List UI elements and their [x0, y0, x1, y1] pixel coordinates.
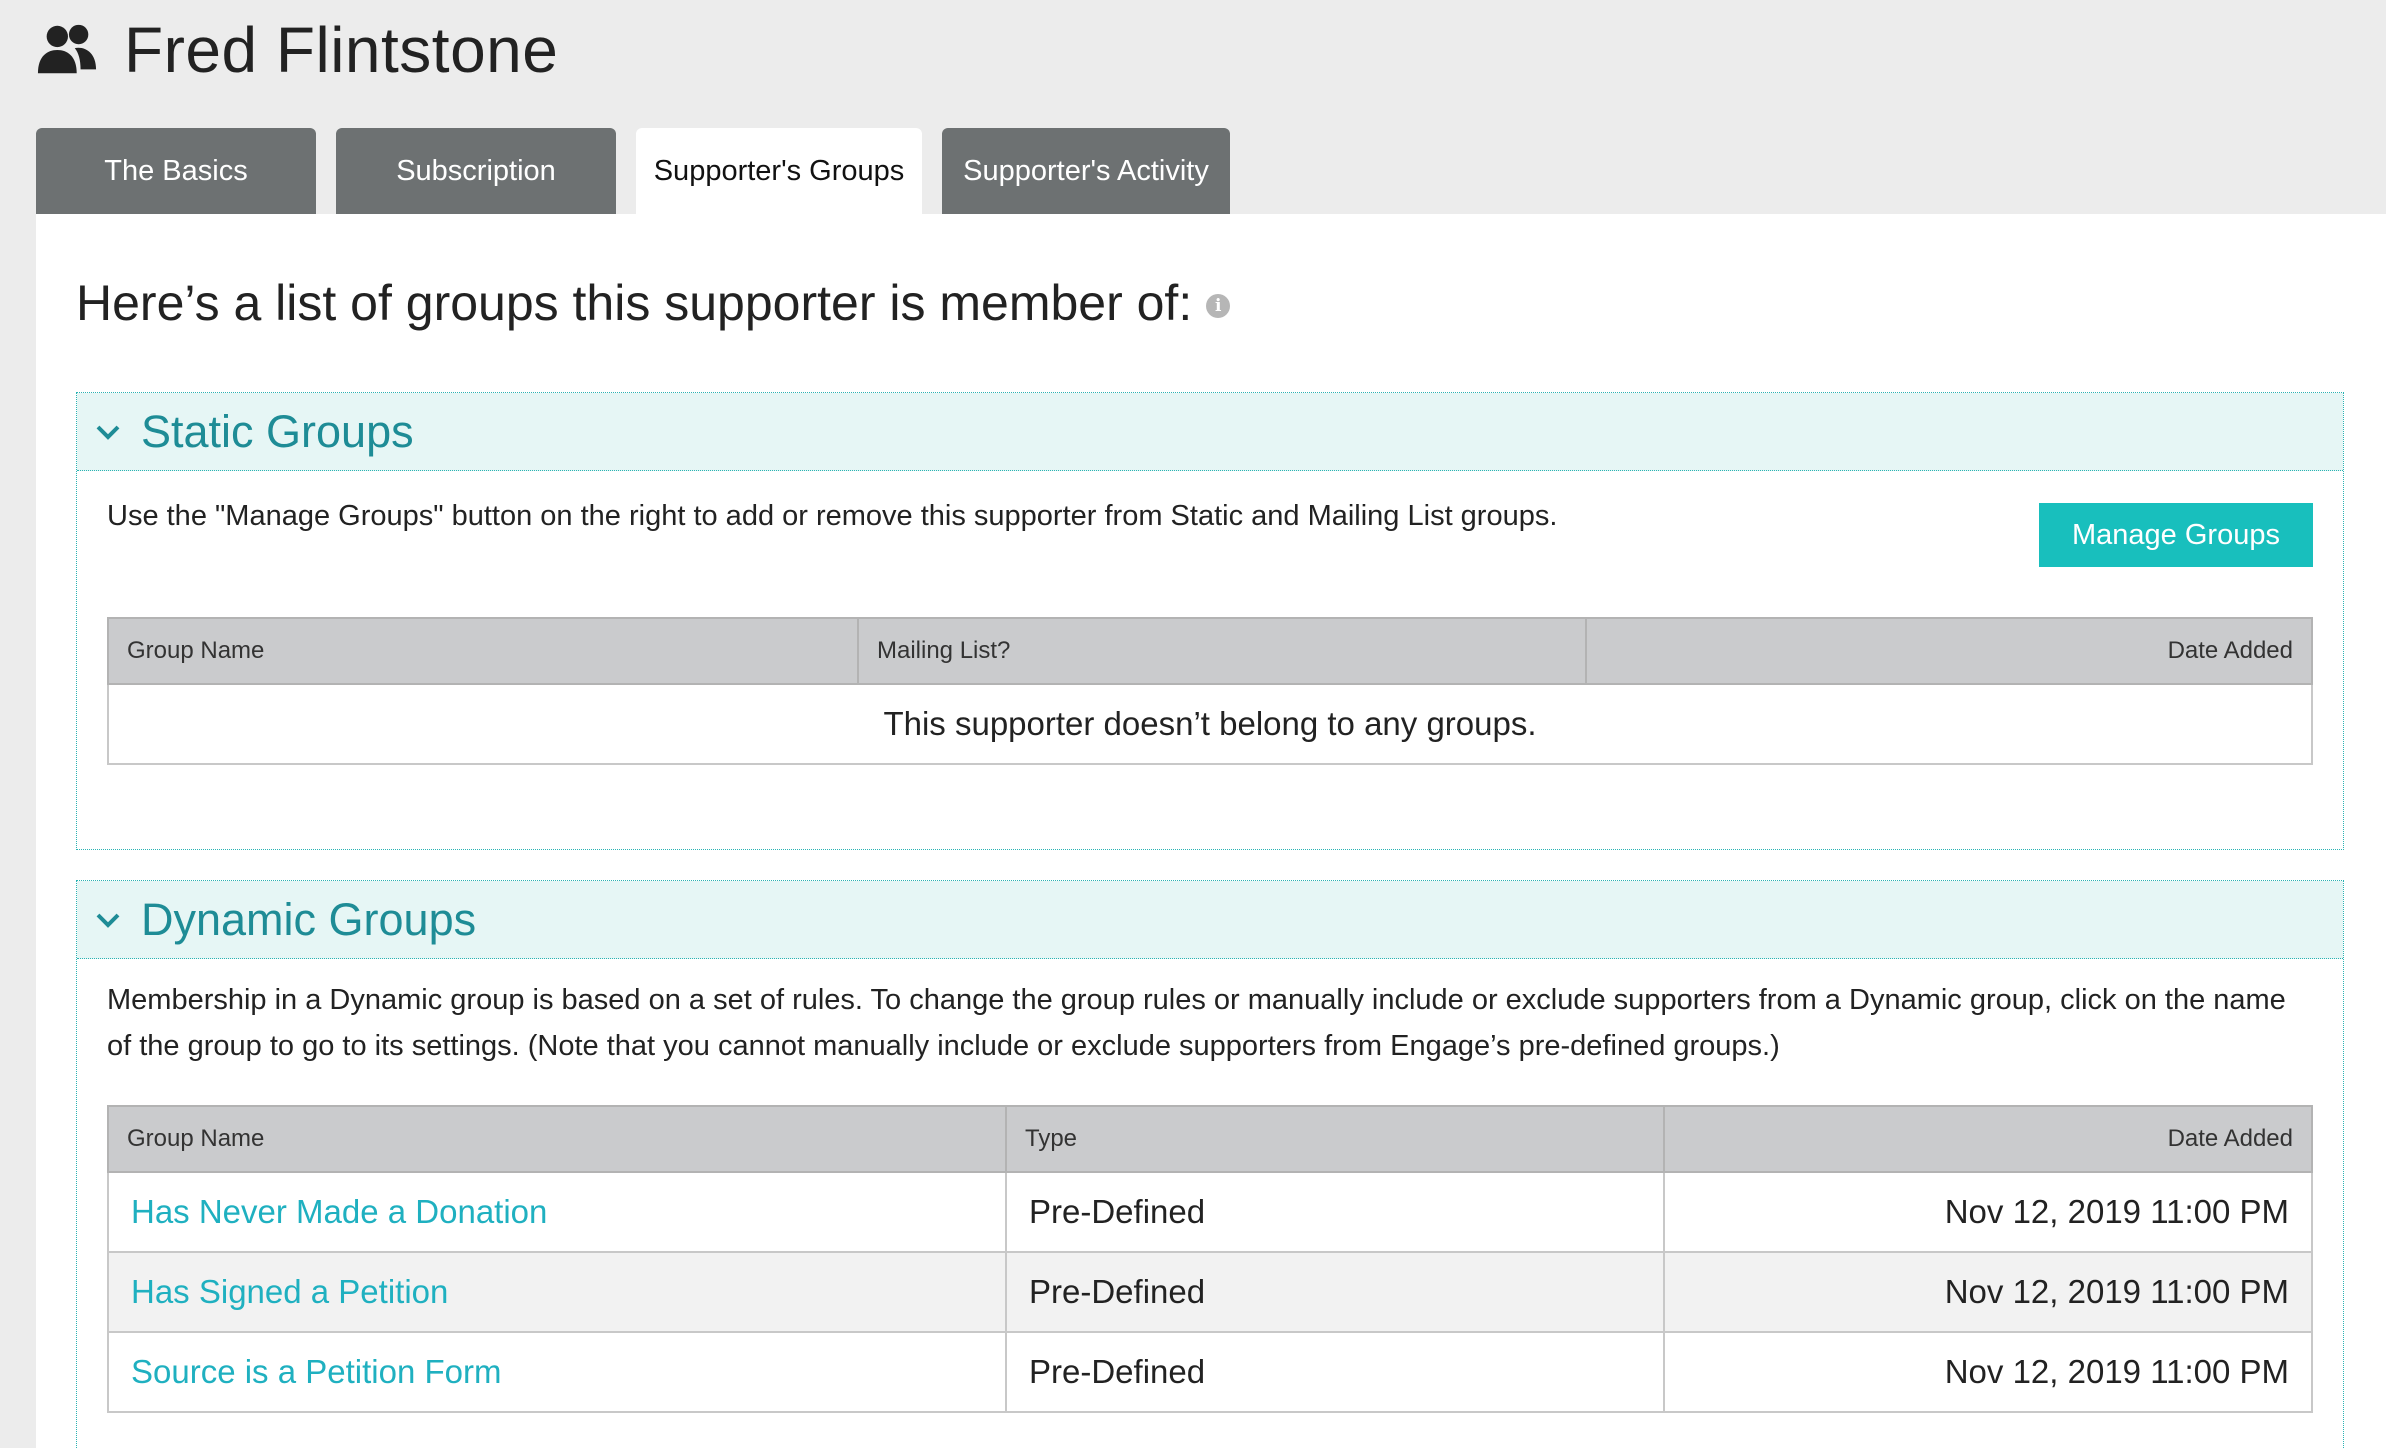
- page-header: Fred Flintstone: [36, 12, 558, 88]
- chevron-down-icon: [96, 425, 120, 440]
- page-heading-row: Here’s a list of groups this supporter i…: [76, 274, 1231, 332]
- column-header-date-added[interactable]: Date Added: [1663, 1105, 2313, 1173]
- page-heading: Here’s a list of groups this supporter i…: [76, 275, 1193, 331]
- column-header-mailing-list[interactable]: Mailing List?: [857, 617, 1587, 685]
- static-groups-title: Static Groups: [141, 405, 414, 457]
- static-groups-table: Group Name Mailing List? Date Added This…: [107, 617, 2313, 765]
- group-type: Pre-Defined: [1005, 1251, 1665, 1333]
- dynamic-groups-description: Membership in a Dynamic group is based o…: [107, 984, 2286, 1062]
- static-groups-description: Use the "Manage Groups" button on the ri…: [107, 500, 1558, 532]
- column-header-type[interactable]: Type: [1005, 1105, 1665, 1173]
- column-header-group-name[interactable]: Group Name: [107, 1105, 1007, 1173]
- tab-supporters-activity[interactable]: Supporter's Activity: [942, 128, 1230, 214]
- date-added: Nov 12, 2019 11:00 PM: [1663, 1171, 2313, 1253]
- table-row: Has Never Made a Donation Pre-Defined No…: [107, 1171, 2313, 1253]
- chevron-down-icon: [96, 913, 120, 928]
- dynamic-groups-title: Dynamic Groups: [141, 893, 477, 945]
- supporter-name: Fred Flintstone: [124, 14, 559, 86]
- column-header-group-name[interactable]: Group Name: [107, 617, 859, 685]
- tab-subscription[interactable]: Subscription: [336, 128, 616, 214]
- content-panel: Here’s a list of groups this supporter i…: [36, 214, 2386, 1448]
- users-icon: [37, 24, 97, 74]
- group-link[interactable]: Has Never Made a Donation: [131, 1193, 547, 1230]
- dynamic-groups-section: Dynamic Groups Membership in a Dynamic g…: [76, 880, 2344, 1448]
- dynamic-groups-table: Group Name Type Date Added Has Never Mad…: [107, 1105, 2313, 1413]
- static-groups-section: Static Groups Use the "Manage Groups" bu…: [76, 392, 2344, 850]
- table-row: Has Signed a Petition Pre-Defined Nov 12…: [107, 1251, 2313, 1333]
- group-link[interactable]: Source is a Petition Form: [131, 1353, 501, 1390]
- tab-supporters-groups[interactable]: Supporter's Groups: [636, 128, 922, 214]
- manage-groups-button[interactable]: Manage Groups: [2039, 503, 2313, 567]
- date-added: Nov 12, 2019 11:00 PM: [1663, 1251, 2313, 1333]
- dynamic-groups-header[interactable]: Dynamic Groups: [77, 881, 2343, 959]
- group-type: Pre-Defined: [1005, 1171, 1665, 1253]
- empty-message: This supporter doesn’t belong to any gro…: [107, 683, 2313, 765]
- tab-bar: The Basics Subscription Supporter's Grou…: [36, 128, 1250, 214]
- info-icon[interactable]: i: [1206, 294, 1231, 318]
- tab-the-basics[interactable]: The Basics: [36, 128, 316, 214]
- table-row: Source is a Petition Form Pre-Defined No…: [107, 1331, 2313, 1413]
- group-link[interactable]: Has Signed a Petition: [131, 1273, 448, 1310]
- static-groups-header[interactable]: Static Groups: [77, 393, 2343, 471]
- group-type: Pre-Defined: [1005, 1331, 1665, 1413]
- date-added: Nov 12, 2019 11:00 PM: [1663, 1331, 2313, 1413]
- column-header-date-added[interactable]: Date Added: [1585, 617, 2313, 685]
